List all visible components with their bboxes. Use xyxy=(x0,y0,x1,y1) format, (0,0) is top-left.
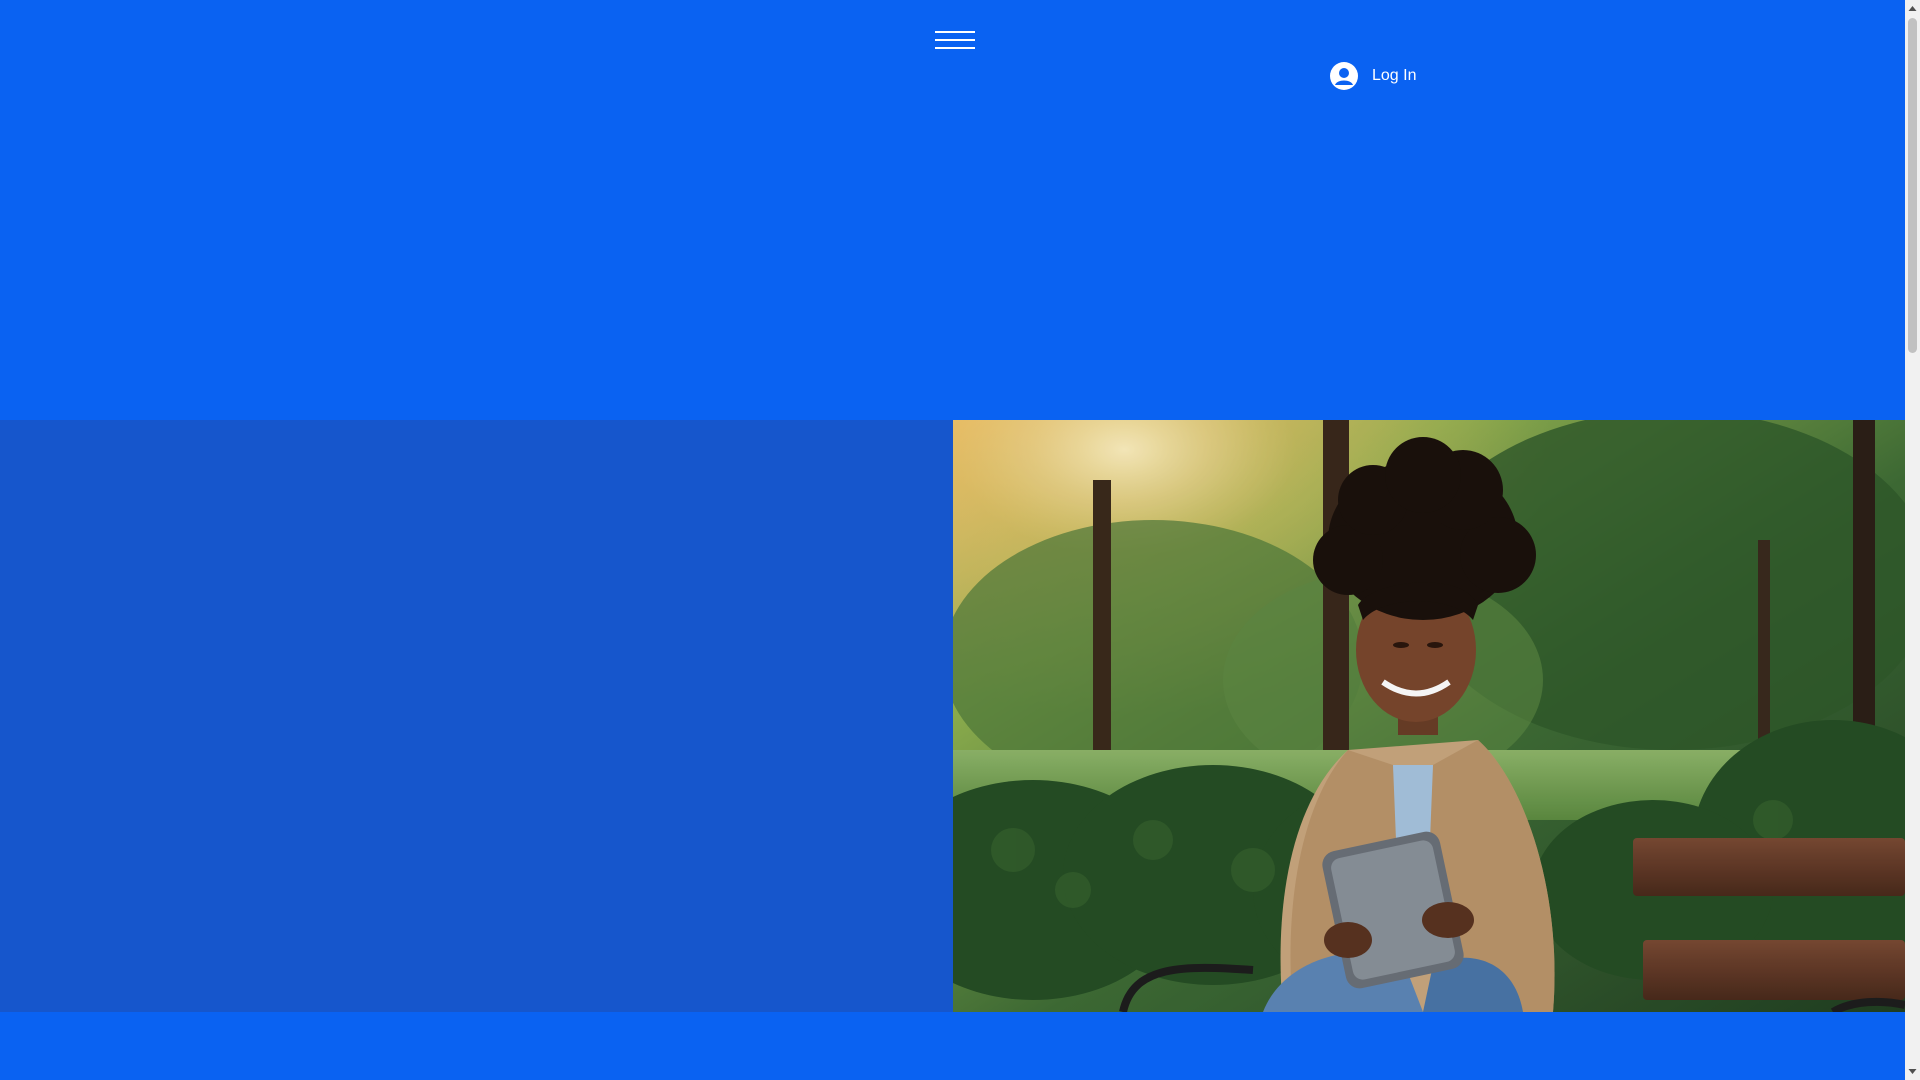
user-avatar-icon xyxy=(1330,62,1358,90)
vertical-scrollbar[interactable] xyxy=(1905,0,1920,1080)
page: Log In xyxy=(0,0,1905,1080)
hero-section xyxy=(0,420,1905,1012)
hero-photo xyxy=(953,420,1905,1012)
login-label: Log In xyxy=(1372,67,1417,84)
hamburger-menu-icon[interactable] xyxy=(935,28,975,52)
login-button[interactable]: Log In xyxy=(1330,60,1416,92)
menu-line xyxy=(935,31,975,33)
site-header: Log In xyxy=(0,0,1905,420)
scroll-up-arrow-icon[interactable] xyxy=(1905,0,1920,17)
menu-line xyxy=(935,39,975,41)
hero-color-panel xyxy=(0,420,953,1012)
scroll-down-arrow-icon[interactable] xyxy=(1905,1063,1920,1080)
scrollbar-thumb[interactable] xyxy=(1908,18,1917,353)
woman-with-tablet-photo xyxy=(953,420,1905,1012)
menu-line xyxy=(935,47,975,49)
